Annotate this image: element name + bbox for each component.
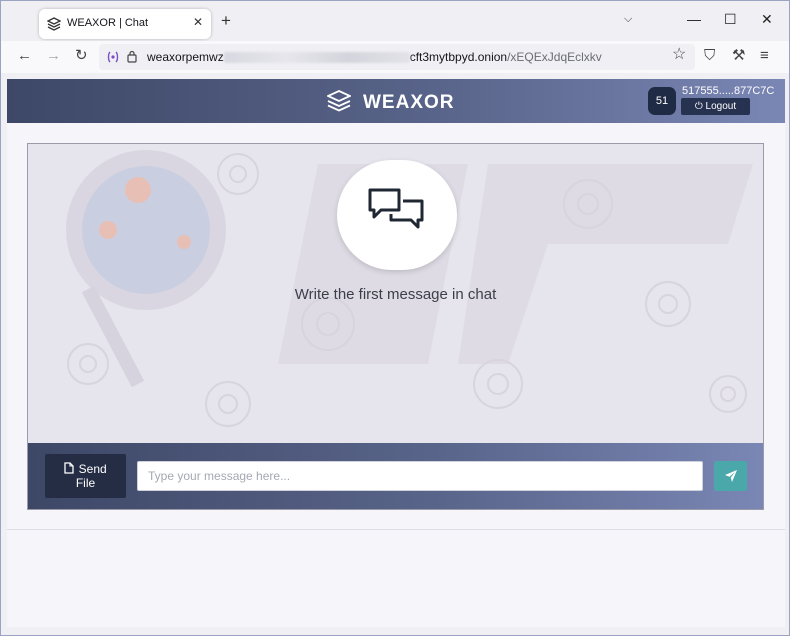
reload-icon[interactable]: ↻ <box>75 47 88 65</box>
file-icon <box>64 462 74 474</box>
back-icon[interactable]: ← <box>17 47 32 65</box>
tab-close-icon[interactable]: ✕ <box>193 15 203 29</box>
avatar: 51 <box>648 87 676 115</box>
empty-chat-message: Write the first message in chat <box>294 286 497 303</box>
url-prefix: weaxorpemwz <box>147 50 224 64</box>
send-file-label-line2: File <box>75 476 96 490</box>
message-composer: Send File <box>28 443 763 509</box>
page-divider <box>7 529 785 530</box>
tab-weaxor-chat[interactable]: WEAXOR | Chat ✕ <box>39 9 211 39</box>
chat-bubbles-icon <box>368 188 424 229</box>
url-domain-suffix: cft3mytbpyd.onion <box>409 50 508 64</box>
shield-icon[interactable]: ⛉ <box>704 47 715 65</box>
extensions-icon[interactable]: ⚒ <box>732 47 745 65</box>
new-tab-icon[interactable]: + <box>221 12 231 29</box>
close-window-icon[interactable]: ✕ <box>761 11 773 27</box>
url-text: weaxorpemwz cft3mytbpyd.onion/xEQExJdqEcl… <box>147 50 602 64</box>
lock-icon[interactable] <box>127 50 137 63</box>
send-file-button[interactable]: Send File <box>45 454 126 498</box>
forward-icon[interactable]: → <box>46 47 61 65</box>
tab-title: WEAXOR | Chat <box>67 17 149 29</box>
send-message-button[interactable] <box>714 461 747 491</box>
navigation-bar: ← → ↻ weaxorpemwz cft3mytbpyd.onion/xEQEx… <box>1 41 789 73</box>
list-all-tabs-icon[interactable]: ⌵ <box>624 13 632 26</box>
paper-plane-icon <box>725 470 737 482</box>
app-menu-icon[interactable]: ≡ <box>760 47 769 65</box>
url-redacted <box>223 52 410 64</box>
page-content: WEAXOR 51 517555.....877C7C ⏻ Logout Wri… <box>7 79 785 627</box>
minimize-icon[interactable]: — <box>687 11 701 27</box>
maximize-icon[interactable]: ☐ <box>724 11 737 27</box>
send-file-label-line1: Send <box>78 462 107 476</box>
browser-window: WEAXOR | Chat ✕ + ⌵ — ☐ ✕ ← → ↻ weaxorpe… <box>0 0 790 636</box>
brand-name: WEAXOR <box>363 92 455 113</box>
chat-panel: Write the first message in chat Send Fil… <box>27 143 764 510</box>
chat-empty-illustration <box>337 160 457 270</box>
app-header: WEAXOR 51 517555.....877C7C ⏻ Logout <box>7 79 785 123</box>
bookmark-star-icon[interactable]: ☆ <box>672 46 686 64</box>
weaxor-favicon-icon <box>47 17 61 31</box>
weaxor-logo-icon <box>327 90 351 112</box>
message-input[interactable] <box>137 461 703 491</box>
url-bar[interactable]: weaxorpemwz cft3mytbpyd.onion/xEQExJdqEcl… <box>99 44 695 70</box>
url-path: /xEQExJdqEclxkv <box>507 50 602 64</box>
logout-button[interactable]: ⏻ Logout <box>681 98 750 115</box>
user-id: 517555.....877C7C <box>682 85 775 97</box>
tab-strip: WEAXOR | Chat ✕ + ⌵ — ☐ ✕ <box>1 1 789 41</box>
tor-circuit-icon[interactable] <box>107 50 119 64</box>
